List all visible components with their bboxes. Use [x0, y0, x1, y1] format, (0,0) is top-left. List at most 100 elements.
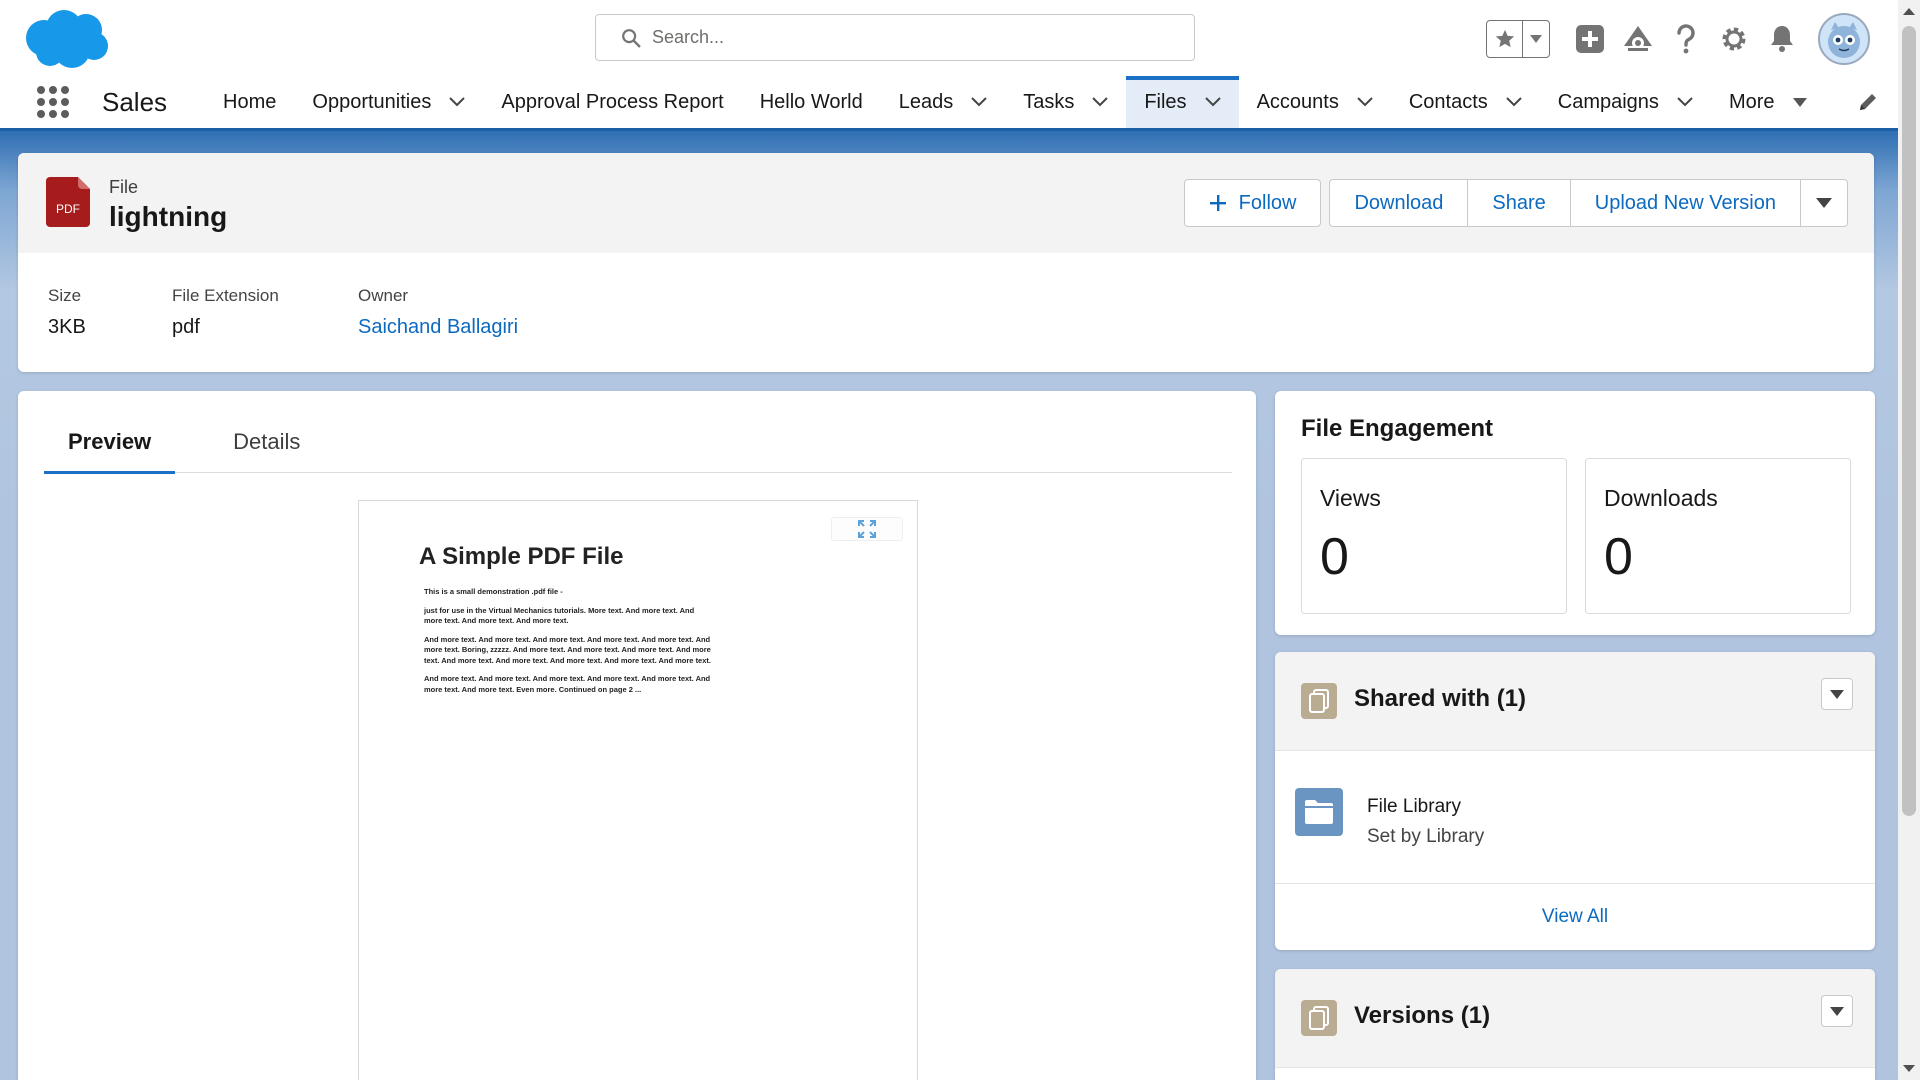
header-utility-icons: [1486, 13, 1898, 65]
pdf-paragraph: And more text. And more text. And more t…: [424, 634, 711, 665]
view-all-link[interactable]: View All: [1542, 906, 1608, 928]
pdf-paragraph: And more text. And more text. And more t…: [424, 674, 711, 694]
global-header: [0, 0, 1898, 76]
tab-details[interactable]: Details: [209, 411, 324, 473]
shared-with-card: Shared with (1) File Library Set by Libr…: [1275, 652, 1875, 950]
salesforce-cloud-logo[interactable]: [22, 8, 112, 70]
card-title: Shared with (1): [1354, 685, 1527, 712]
search-input[interactable]: [652, 27, 1152, 48]
file-engagement-card: File Engagement Views 0 Downloads 0: [1275, 391, 1875, 635]
caret-down-icon: [1816, 198, 1832, 208]
favorites-group: [1486, 20, 1550, 58]
nav-item-files[interactable]: Files: [1126, 76, 1239, 128]
nav-item-more[interactable]: More: [1711, 76, 1825, 128]
preview-card: Preview Details A Simple PDF File This i…: [18, 391, 1256, 1080]
chevron-down-icon[interactable]: [1092, 97, 1109, 107]
page-scrollbar[interactable]: [1898, 0, 1920, 1080]
card-title: File Engagement: [1301, 415, 1494, 442]
nav-item-campaigns[interactable]: Campaigns: [1540, 76, 1711, 128]
field-value: pdf: [172, 316, 200, 338]
scrollbar-thumb[interactable]: [1902, 26, 1916, 816]
card-header: Shared with (1): [1275, 652, 1875, 751]
record-highlights: PDF File lightning Follow Download Share…: [18, 153, 1874, 372]
nav-item-home[interactable]: Home: [205, 76, 294, 128]
chevron-down-icon[interactable]: [1204, 97, 1221, 107]
trailhead-icon[interactable]: [1620, 20, 1656, 58]
share-button[interactable]: Share: [1467, 179, 1570, 227]
chevron-down-icon[interactable]: [1506, 97, 1522, 107]
edit-nav-icon[interactable]: [1838, 76, 1898, 128]
nav-item-label: Tasks: [1023, 90, 1075, 113]
field-value: 3KB: [48, 316, 86, 338]
pdf-paragraph: just for use in the Virtual Mechanics tu…: [424, 605, 695, 626]
nav-item-approval-process-report[interactable]: Approval Process Report: [483, 76, 741, 128]
chevron-down-icon[interactable]: [1677, 97, 1693, 107]
plus-icon[interactable]: [1572, 20, 1608, 58]
app-launcher-icon[interactable]: [36, 76, 90, 128]
owner-link[interactable]: Saichand Ballagiri: [358, 316, 518, 338]
more-actions-button[interactable]: [1800, 179, 1848, 227]
card-title: Versions (1): [1354, 1002, 1491, 1029]
caret-down-icon[interactable]: [1792, 97, 1807, 107]
views-stat: Views 0: [1301, 458, 1567, 614]
download-button[interactable]: Download: [1329, 179, 1468, 227]
avatar[interactable]: [1818, 13, 1870, 65]
nav-item-label: Hello World: [759, 90, 863, 113]
pdf-paragraph: This is a small demonstration .pdf file …: [424, 587, 563, 596]
nav-item-tasks[interactable]: Tasks: [1005, 76, 1126, 128]
action-button-group: Download Share Upload New Version: [1329, 179, 1848, 227]
follow-button[interactable]: Follow: [1183, 179, 1322, 227]
scroll-up-arrow-icon[interactable]: [1903, 8, 1915, 15]
pdf-icon-label: PDF: [56, 202, 80, 216]
pdf-preview-page: A Simple PDF File This is a small demons…: [358, 500, 918, 1080]
library-subtext: Set by Library: [1367, 826, 1485, 847]
app-name: Sales: [102, 86, 168, 117]
stat-label: Downloads: [1604, 485, 1718, 511]
field-file-extension: File Extension pdf: [172, 286, 358, 339]
nav-item-hello-world[interactable]: Hello World: [742, 76, 881, 128]
chevron-down-icon[interactable]: [449, 97, 466, 107]
nav-item-leads[interactable]: Leads: [881, 76, 1006, 128]
expand-icon[interactable]: [831, 517, 903, 541]
record-title: lightning: [109, 201, 228, 232]
nav-item-label: Files: [1144, 90, 1187, 113]
nav-item-label: Accounts: [1256, 90, 1339, 113]
chevron-down-icon[interactable]: [1357, 97, 1373, 107]
caret-down-icon: [1830, 1006, 1844, 1016]
nav-item-opportunities[interactable]: Opportunities: [294, 76, 483, 128]
nav-item-contacts[interactable]: Contacts: [1391, 76, 1540, 128]
upload-new-version-button[interactable]: Upload New Version: [1569, 179, 1800, 227]
folder-icon: [1295, 788, 1343, 836]
stat-value: 0: [1604, 528, 1633, 586]
global-search[interactable]: [595, 14, 1195, 61]
record-object-type: File: [109, 177, 139, 197]
highlights-header: PDF File lightning Follow Download Share…: [18, 153, 1874, 253]
help-icon[interactable]: [1668, 20, 1704, 58]
card-menu-button[interactable]: [1821, 995, 1853, 1027]
card-menu-button[interactable]: [1821, 678, 1853, 710]
library-link[interactable]: File Library: [1367, 796, 1461, 818]
app-nav-bar: Sales Home Opportunities Approval Proces…: [0, 76, 1898, 131]
follow-label: Follow: [1238, 191, 1297, 214]
chevron-down-icon[interactable]: [971, 97, 987, 107]
nav-item-label: Leads: [898, 90, 954, 113]
pdf-file-icon: PDF: [46, 177, 90, 227]
file-copy-icon: [1301, 683, 1337, 719]
stat-value: 0: [1320, 528, 1349, 586]
nav-item-label: Opportunities: [312, 90, 432, 113]
nav-item-label: Campaigns: [1557, 90, 1659, 113]
bell-icon[interactable]: [1764, 20, 1800, 58]
field-label: Owner: [358, 286, 409, 305]
nav-item-label: Contacts: [1408, 90, 1488, 113]
scroll-down-arrow-icon[interactable]: [1903, 1065, 1915, 1072]
stat-label: Views: [1320, 485, 1381, 511]
gear-icon[interactable]: [1716, 20, 1752, 58]
pdf-body: This is a small demonstration .pdf file …: [424, 587, 714, 703]
search-icon: [622, 28, 641, 47]
nav-item-accounts[interactable]: Accounts: [1239, 76, 1391, 128]
star-icon[interactable]: [1487, 21, 1523, 57]
nav-item-label: More: [1728, 90, 1775, 113]
tab-preview[interactable]: Preview: [44, 411, 176, 474]
card-header: Versions (1): [1275, 969, 1875, 1068]
chevron-down-icon[interactable]: [1523, 21, 1549, 57]
